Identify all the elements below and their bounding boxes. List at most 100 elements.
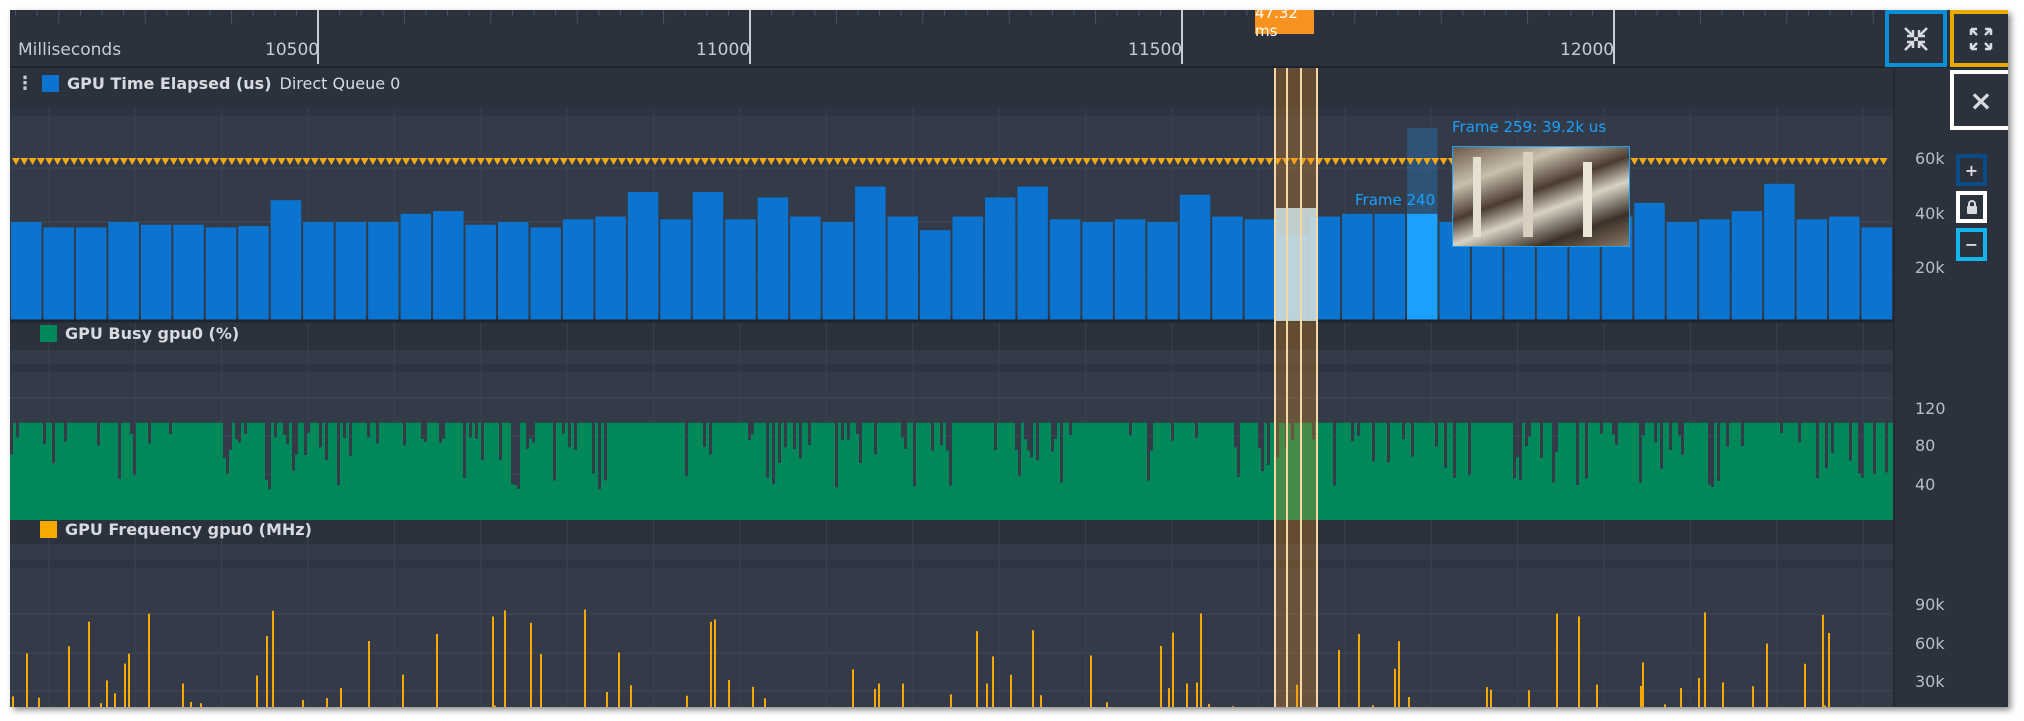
gpu-time-bar [887, 216, 919, 321]
gpu-time-bar [1666, 222, 1698, 321]
axis-label: 40k [1915, 204, 1945, 223]
gpu-time-bar [1634, 202, 1665, 321]
highlight-column [1407, 128, 1438, 321]
gpu-time-bar [1861, 227, 1892, 321]
gpu-time-bar [11, 222, 42, 321]
gpu-time-bar [205, 227, 237, 321]
gpu-time-bar [1049, 219, 1081, 321]
axis-label: 60k [1915, 634, 1945, 653]
gpu-time-bar [1147, 222, 1178, 321]
gpu-time-bar [75, 227, 107, 321]
gpu-time-bar [822, 222, 854, 321]
gpu-time-bar [855, 186, 886, 321]
gpu-time-bar [1179, 194, 1211, 321]
close-button[interactable]: × [1950, 70, 2008, 130]
timeline-panel: Milliseconds 10500 11000 11500 12000 ⋮ G… [10, 10, 2008, 707]
axis-label: 30k [1915, 672, 1945, 691]
thumbnail-pillar [1473, 157, 1481, 237]
axis-label: 120 [1915, 399, 1946, 418]
track-title: GPU Busy gpu0 (%) [65, 324, 240, 343]
collapse-icon [1904, 26, 1928, 51]
gpu-time-bar [725, 219, 756, 321]
gpu-time-bar [1731, 211, 1763, 321]
gpu-time-bar [1829, 216, 1860, 321]
track-menu-icon[interactable]: ⋮ [16, 74, 34, 92]
gpu-time-bar [920, 230, 951, 321]
gpu-time-bar [173, 224, 204, 321]
gpu-time-bar [757, 197, 789, 321]
ruler-tick-label: 11500 [1128, 40, 1183, 60]
gpu-time-bar [1342, 213, 1373, 321]
selection-band [1275, 68, 1317, 707]
gpu-time-bar [1796, 219, 1828, 321]
track-subtitle: Direct Queue 0 [279, 74, 401, 93]
gpu-time-bar [660, 219, 691, 321]
gpu-time-bar [692, 192, 724, 321]
ruler-tick-label: 11000 [696, 40, 751, 60]
gpu-time-bar [43, 227, 74, 321]
gpu-time-bar [270, 200, 302, 321]
gpu-time-bar [627, 192, 659, 321]
ruler-tick-label: 12000 [1560, 40, 1615, 60]
gpu-time-bar [562, 219, 594, 321]
band-stripe [10, 560, 1893, 568]
gpu-time-bar [1017, 186, 1048, 321]
gpu-time-bar [465, 224, 496, 321]
gpu-time-bar [1212, 216, 1243, 321]
track-header-gpu-frequency[interactable]: GPU Frequency gpu0 (MHz) [40, 520, 312, 539]
selection-duration-label[interactable]: 47.32 ms [1255, 10, 1314, 40]
expand-button[interactable] [1950, 10, 2008, 67]
axis-label: 20k [1915, 258, 1945, 277]
gpu-time-bar [1374, 213, 1406, 321]
track-title: GPU Frequency gpu0 (MHz) [65, 520, 312, 539]
gpu-time-bar [952, 216, 983, 321]
gpu-time-bar [108, 222, 139, 321]
frame-thumbnail-image [1452, 146, 1630, 247]
gpu-time-bar [1764, 183, 1795, 321]
legend-swatch [42, 75, 59, 92]
track-gpu-freq-background [10, 544, 1893, 707]
gpu-time-bar [1699, 219, 1730, 321]
axis-label: 90k [1915, 595, 1945, 614]
frame-hover-label: Frame 259: 39.2k us [1452, 118, 1607, 136]
lock-icon [1966, 200, 1977, 214]
gpu-time-bar [238, 226, 269, 321]
axis-divider [1893, 68, 1895, 707]
gpu-time-bar [433, 211, 464, 321]
gpu-time-bar [400, 213, 432, 321]
gpu-time-bar [530, 227, 561, 321]
legend-swatch [40, 325, 57, 342]
track-title: GPU Time Elapsed (us) [67, 74, 272, 93]
legend-swatch [40, 521, 57, 538]
axis-label: 40 [1915, 475, 1936, 494]
gpu-time-bar [303, 222, 334, 321]
lock-button[interactable] [1956, 191, 1987, 223]
gpu-time-bar [790, 216, 821, 321]
track-header-gpu-busy[interactable]: GPU Busy gpu0 (%) [40, 324, 239, 343]
selected-frame-bar [1275, 208, 1317, 321]
ruler-unit-label: Milliseconds [18, 40, 122, 60]
collapse-button[interactable] [1885, 10, 1947, 67]
frame-label: Frame 240 [1355, 191, 1436, 209]
thumbnail-pillar [1523, 152, 1533, 237]
gpu-time-bar [1082, 222, 1113, 321]
track-header-gpu-time[interactable]: ⋮ GPU Time Elapsed (us) Direct Queue 0 [16, 74, 400, 93]
gpu-time-bar [368, 222, 399, 321]
gpu-time-bar [1114, 219, 1146, 321]
gpu-time-bar [1244, 219, 1276, 321]
gpu-time-bar [335, 222, 367, 321]
gpu-time-bar [984, 197, 1016, 321]
zoom-in-button[interactable]: + [1956, 154, 1987, 186]
ruler-tick-label: 10500 [265, 40, 320, 60]
gpu-time-bar [497, 222, 529, 321]
band-stripe [10, 108, 1893, 116]
time-ruler[interactable]: Milliseconds 10500 11000 11500 12000 [10, 10, 2008, 68]
band-stripe [10, 364, 1893, 372]
zoom-out-button[interactable]: − [1956, 228, 1987, 261]
gpu-time-bar [140, 224, 172, 321]
axis-label: 80 [1915, 436, 1936, 455]
axis-label: 60k [1915, 149, 1945, 168]
expand-icon [1969, 27, 1993, 50]
gpu-time-bar [595, 216, 626, 321]
thumbnail-pillar [1583, 162, 1592, 237]
